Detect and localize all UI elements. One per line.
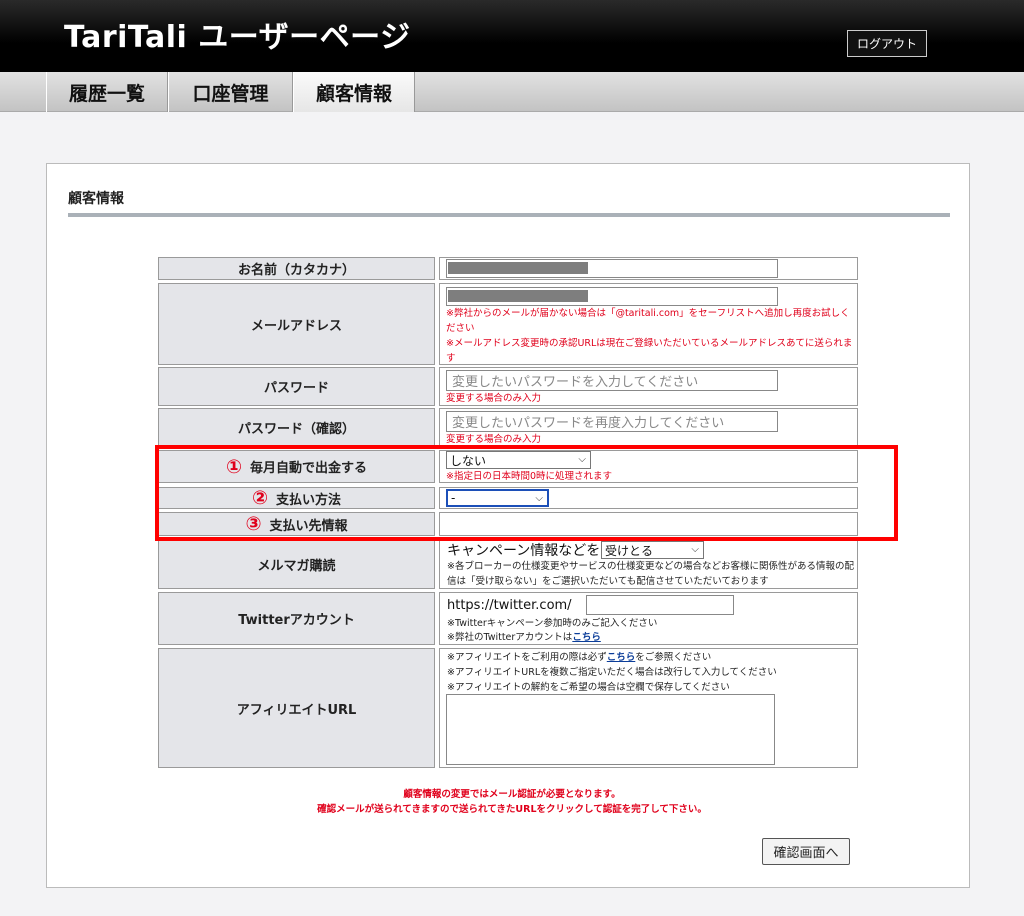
chevron-down-icon: ⌵: [691, 544, 699, 555]
twitter-label: Twitterアカウント: [158, 592, 435, 645]
twitter-note-account: ※弊社のTwitterアカウントはこちら: [447, 632, 601, 643]
newsletter-prefix: キャンペーン情報などを: [447, 543, 601, 559]
twitter-note-campaign: ※Twitterキャンペーン参加時のみご記入ください: [447, 618, 658, 629]
footer-note-email: 確認メールが送られてきますので送られてきたURLをクリックして認証を完了して下さ…: [317, 804, 707, 815]
affiliate-url-textarea[interactable]: [446, 694, 775, 765]
email-label: メールアドレス: [158, 283, 435, 365]
name-cell: [439, 257, 858, 280]
email-note-approval: ※メールアドレス変更時の承認URLは現在ご登録いただいているメールアドレスあてに…: [446, 338, 853, 364]
email-input[interactable]: [446, 287, 778, 306]
newsletter-select[interactable]: 受けとる ⌵: [601, 541, 704, 559]
tab-customer-info[interactable]: 顧客情報: [293, 72, 415, 112]
password-label: パスワード: [158, 367, 435, 406]
tab-account[interactable]: 口座管理: [168, 72, 293, 112]
highlight-box: [155, 445, 898, 541]
password-confirm-input[interactable]: 変更したいパスワードを再度入力してください: [446, 411, 778, 432]
tab-history[interactable]: 履歴一覧: [46, 72, 168, 112]
password-cell: 変更したいパスワードを入力してください 変更する場合のみ入力: [439, 367, 858, 406]
confirm-button[interactable]: 確認画面へ: [762, 838, 850, 865]
nav-bar: 履歴一覧 口座管理 顧客情報: [0, 72, 1024, 112]
affiliate-guide-link[interactable]: こちら: [607, 652, 636, 663]
affiliate-label: アフィリエイトURL: [158, 648, 435, 768]
password-confirm-cell: 変更したいパスワードを再度入力してください 変更する場合のみ入力: [439, 408, 858, 447]
password-note: 変更する場合のみ入力: [446, 393, 542, 404]
twitter-account-link[interactable]: こちら: [572, 632, 601, 643]
email-cell: ※弊社からのメールが届かない場合は「@taritali.com」をセーフリストへ…: [439, 283, 858, 365]
affiliate-note-guide: ※アフィリエイトをご利用の際は必ずこちらをご参照ください: [447, 652, 712, 663]
title-divider: [68, 213, 950, 217]
twitter-cell: https://twitter.com/ ※Twitterキャンペーン参加時のみ…: [439, 592, 858, 645]
affiliate-note-multiple: ※アフィリエイトURLを複数ご指定いただく場合は改行して入力してください: [447, 667, 777, 678]
affiliate-note-cancel: ※アフィリエイトの解約をご希望の場合は空欄で保存してください: [447, 682, 730, 693]
logout-button[interactable]: ログアウト: [847, 30, 927, 57]
footer-note-auth: 顧客情報の変更ではメール認証が必要となります。: [403, 789, 621, 800]
top-bar: TariTali ユーザーページ ログアウト: [0, 0, 1024, 72]
newsletter-cell: キャンペーン情報などを 受けとる ⌵ ※各ブローカーの仕様変更やサービスの仕様変…: [439, 539, 858, 589]
newsletter-value: 受けとる: [605, 543, 654, 558]
twitter-input[interactable]: [586, 595, 734, 615]
email-note-safelist: ※弊社からのメールが届かない場合は「@taritali.com」をセーフリストへ…: [446, 308, 850, 334]
newsletter-label: メルマガ購読: [158, 539, 435, 589]
panel-title: 顧客情報: [68, 191, 124, 207]
newsletter-note: ※各ブローカーの仕様変更やサービスの仕様変更などの場合などお客様に関係性がある情…: [447, 561, 854, 587]
name-input[interactable]: [446, 259, 778, 278]
site-title: TariTali ユーザーページ: [64, 20, 411, 55]
password-confirm-label: パスワード（確認）: [158, 408, 435, 447]
name-label: お名前（カタカナ）: [158, 257, 435, 280]
twitter-url-prefix: https://twitter.com/: [447, 598, 572, 613]
password-input[interactable]: 変更したいパスワードを入力してください: [446, 370, 778, 391]
